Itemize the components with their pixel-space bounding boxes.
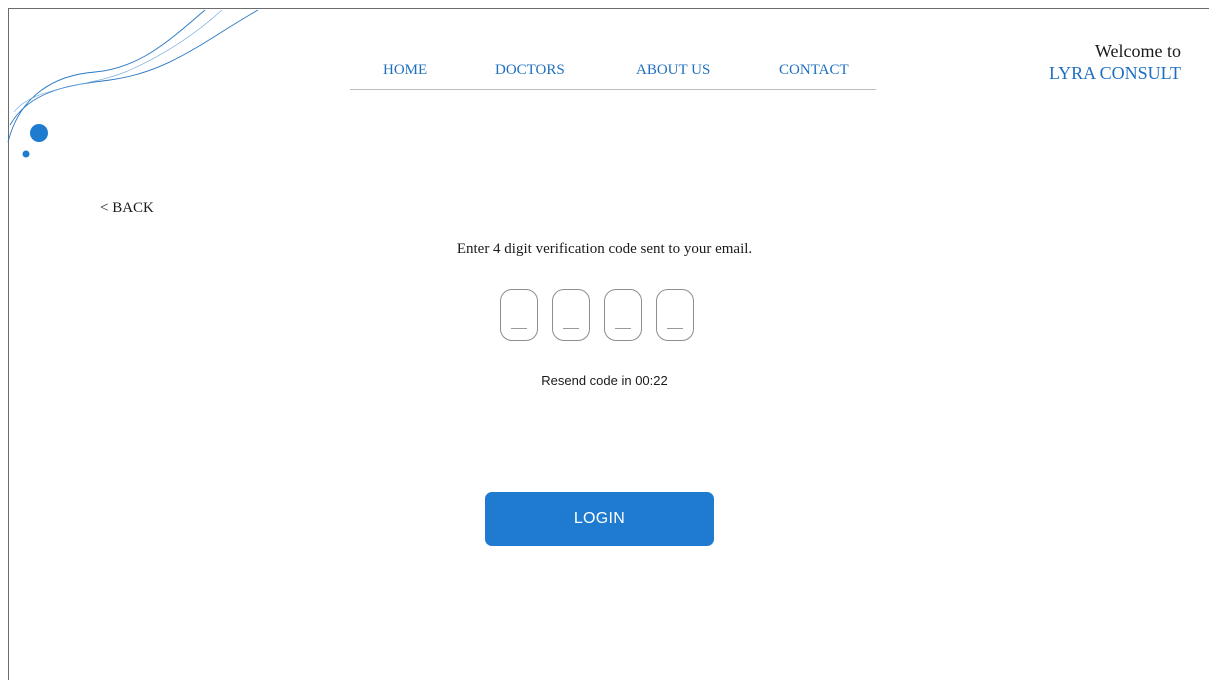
code-digit-3[interactable] [604,289,642,341]
back-link[interactable]: < BACK [100,200,154,217]
resend-timer: Resend code in 00:22 [541,373,668,388]
brand-block: Welcome to LYRA CONSULT [1049,40,1181,84]
nav-doctors[interactable]: DOCTORS [495,62,565,79]
nav-home[interactable]: HOME [383,62,427,79]
deco-dot-large [30,124,48,142]
verification-instruction: Enter 4 digit verification code sent to … [456,241,753,257]
welcome-text: Welcome to [1094,41,1181,61]
login-button[interactable]: LOGIN [485,492,714,546]
brand-name: LYRA CONSULT [1048,63,1181,83]
deco-dot-small [22,150,30,158]
top-nav: HOME DOCTORS ABOUT US CONTACT [350,52,876,90]
nav-about-us[interactable]: ABOUT US [636,62,710,79]
nav-contact[interactable]: CONTACT [779,62,849,79]
code-digit-1[interactable] [500,289,538,341]
decorative-curves [7,9,259,158]
code-digit-4[interactable] [656,289,694,341]
code-digit-2[interactable] [552,289,590,341]
